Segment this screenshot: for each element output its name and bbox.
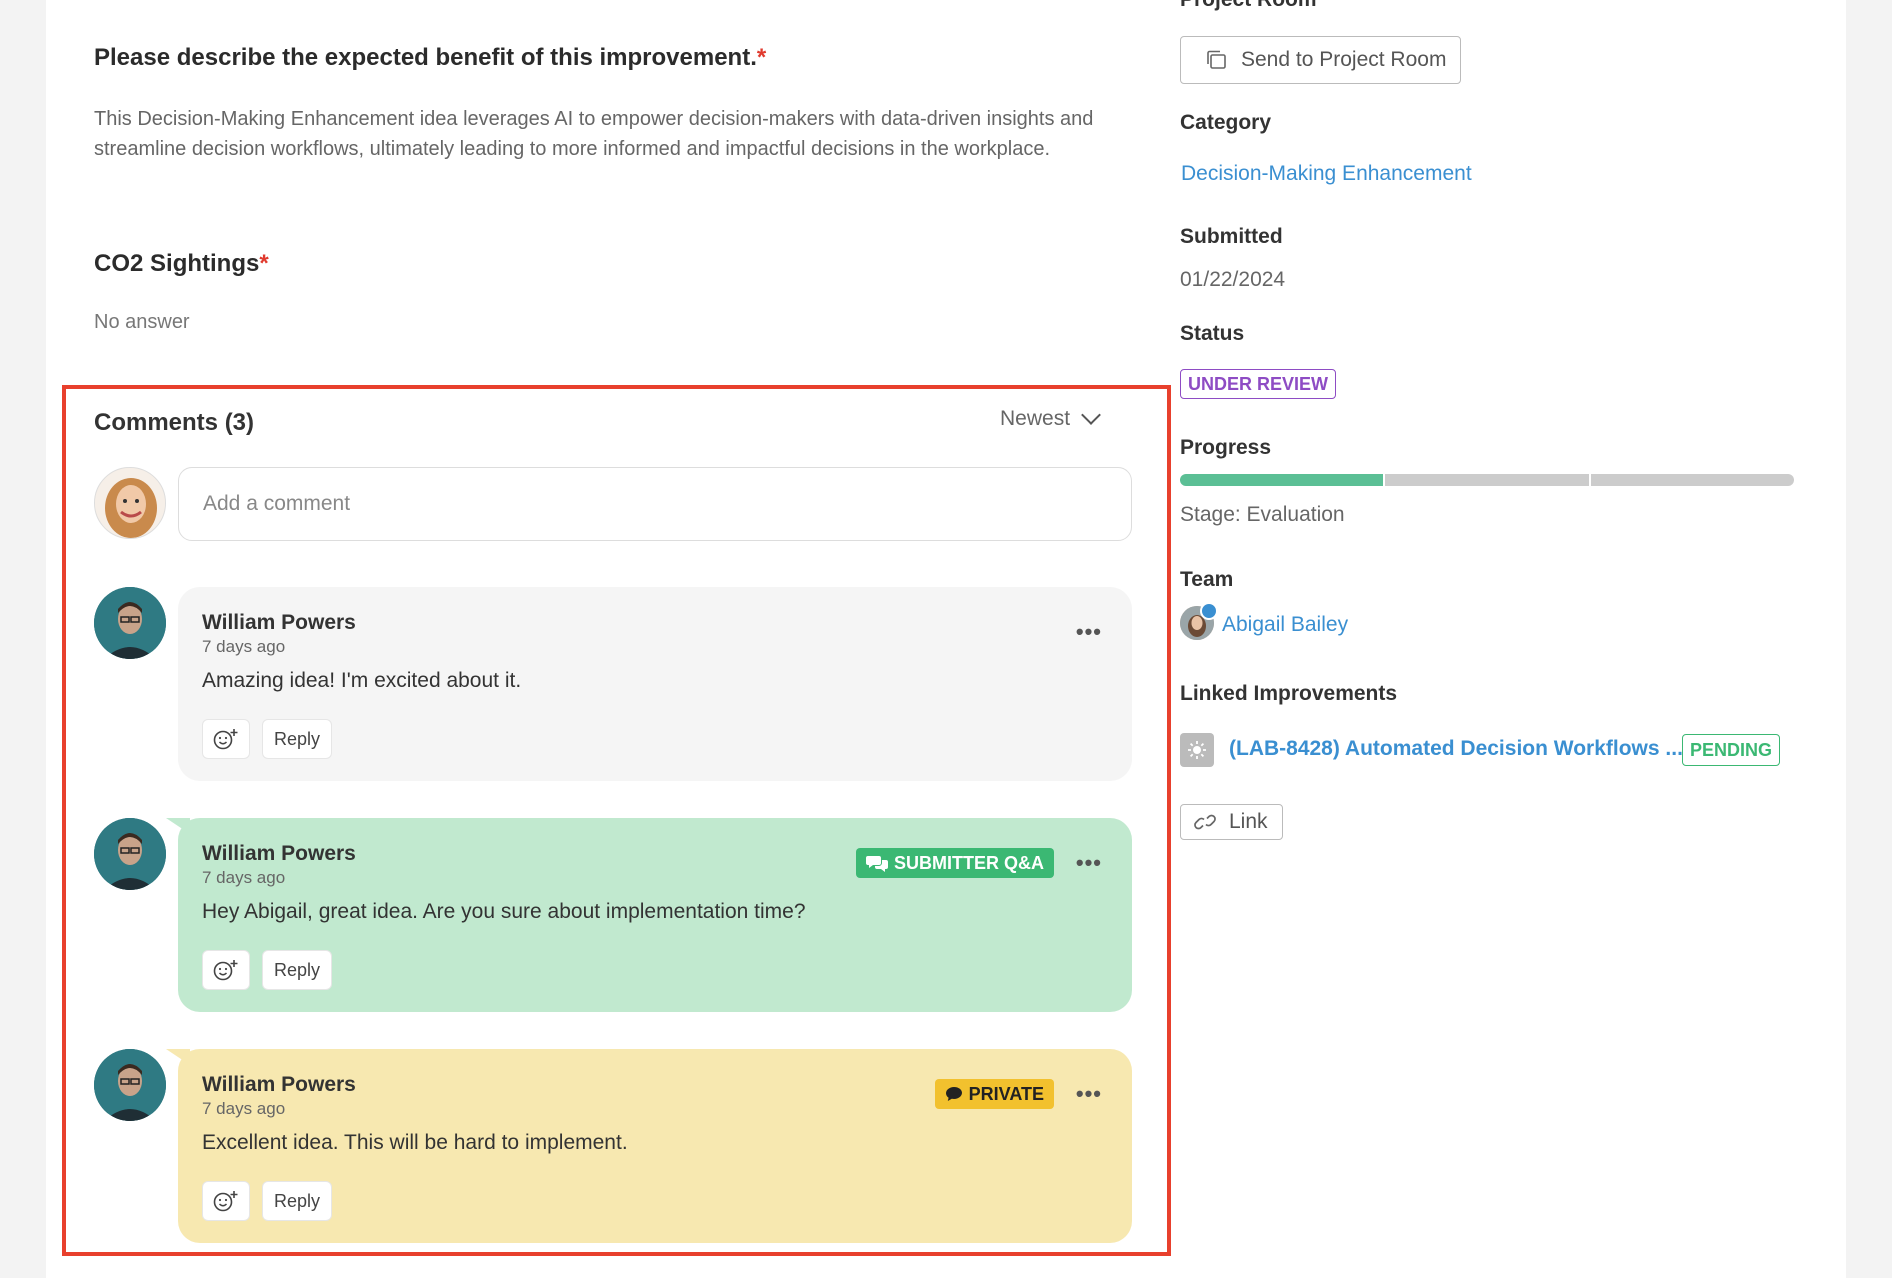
stage-text: Stage: Evaluation [1180,503,1345,526]
comment-card-private: William Powers 7 days ago PRIVATE ••• Ex… [166,1049,1132,1243]
status-badge: UNDER REVIEW [1180,369,1337,399]
comment-card: William Powers 7 days ago ••• Amazing id… [178,587,1132,781]
category-label: Category [1180,111,1272,134]
linked-improvements-label: Linked Improvements [1180,682,1398,705]
sort-label: Newest [1000,407,1071,430]
submitter-qa-badge: SUBMITTER Q&A [856,848,1054,878]
chat-bubbles-icon [866,856,888,872]
emoji-add-icon [213,960,238,981]
project-room-label: Project Room [1180,0,1317,12]
avatar [94,587,166,659]
avatar [94,818,166,890]
co2-question-title: CO2 Sightings* [94,250,269,277]
reply-button[interactable]: Reply [262,1181,332,1221]
co2-answer: No answer [94,311,190,333]
status-label: Status [1180,322,1245,345]
progress-segment [1590,474,1794,486]
send-to-project-room-button[interactable]: Send to Project Room [1180,36,1461,84]
add-reaction-button[interactable] [202,950,250,990]
sort-dropdown[interactable]: Newest [1000,405,1101,431]
chevron-down-icon [1081,405,1101,425]
add-reaction-button[interactable] [202,719,250,759]
copy-icon [1207,50,1226,69]
benefit-answer: This Decision-Making Enhancement idea le… [94,108,1094,160]
comment-author[interactable]: William Powers [202,842,356,866]
add-reaction-button[interactable] [202,1181,250,1221]
comments-title: Comments (3) [94,409,255,436]
reply-button[interactable]: Reply [262,950,332,990]
add-comment-input[interactable]: Add a comment [178,467,1132,541]
comment-time: 7 days ago [202,1099,286,1118]
comment-card-submitter-qa: William Powers 7 days ago SUBMITTER Q&A … [166,818,1132,1012]
link-icon [1194,814,1216,830]
required-mark: * [259,250,269,277]
submitted-label: Submitted [1180,225,1283,248]
avatar [94,1049,166,1121]
progress-segment [1385,474,1589,486]
more-options-icon[interactable]: ••• [1076,619,1102,645]
comment-text: Excellent idea. This will be hard to imp… [202,1131,628,1154]
team-label: Team [1180,568,1234,591]
emoji-add-icon [213,729,238,750]
emoji-add-icon [213,1191,238,1212]
progress-segment [1180,474,1384,486]
comment-author[interactable]: William Powers [202,611,356,635]
submitted-date: 01/22/2024 [1180,268,1286,291]
link-button[interactable]: Link [1180,804,1283,840]
comment-time: 7 days ago [202,868,286,887]
linked-improvement-link[interactable]: (LAB-8428) Automated Decision Workflows … [1229,737,1683,761]
reply-button[interactable]: Reply [262,719,332,759]
category-link[interactable]: Decision-Making Enhancement [1181,162,1472,186]
progress-bar [1180,474,1794,486]
avatar [94,467,166,539]
benefit-question-title: Please describe the expected benefit of … [94,44,767,71]
linked-status-badge: PENDING [1682,734,1781,766]
lightbulb-icon [1180,733,1214,767]
speech-bubble-icon [945,1087,962,1101]
comment-text: Hey Abigail, great idea. Are you sure ab… [202,900,806,923]
more-options-icon[interactable]: ••• [1076,1081,1102,1107]
comment-text: Amazing idea! I'm excited about it. [202,669,522,692]
owner-pin-icon [1200,602,1218,620]
more-options-icon[interactable]: ••• [1076,850,1102,876]
private-badge: PRIVATE [934,1079,1054,1109]
team-member-link[interactable]: Abigail Bailey [1222,613,1348,637]
comment-author[interactable]: William Powers [202,1073,356,1097]
progress-label: Progress [1180,436,1272,459]
required-mark: * [756,44,767,71]
comment-time: 7 days ago [202,637,286,656]
